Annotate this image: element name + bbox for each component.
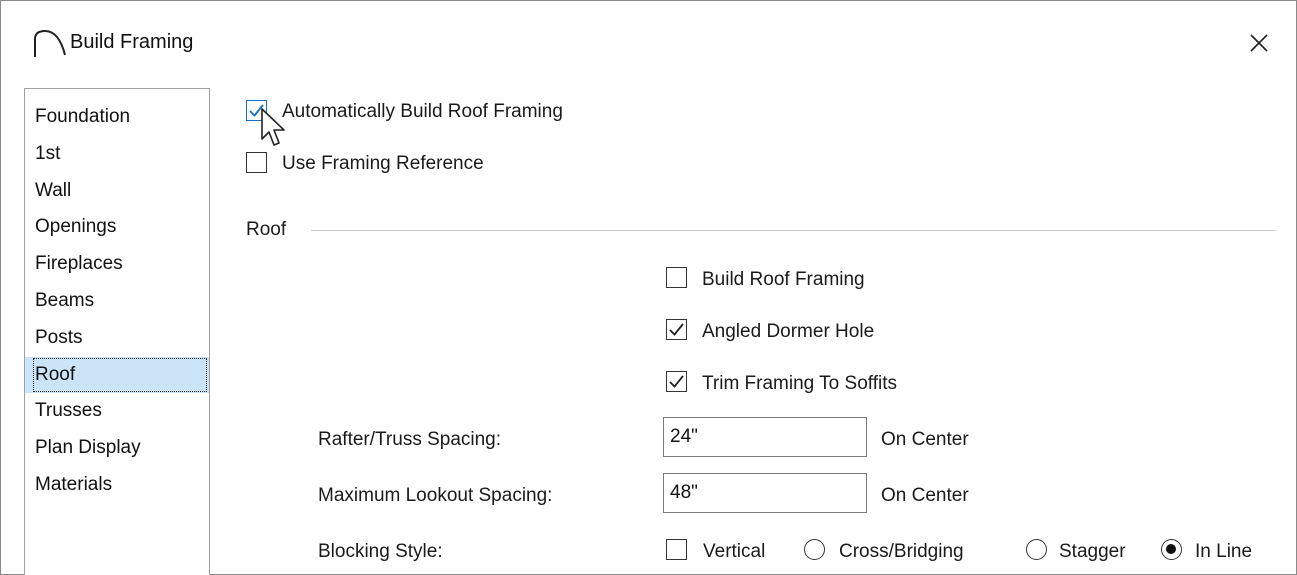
roof-section-label: Roof — [246, 219, 287, 240]
lookout-spacing-input[interactable] — [663, 473, 867, 513]
nav-item-wall[interactable]: Wall — [25, 173, 209, 210]
nav-item-materials[interactable]: Materials — [25, 467, 209, 504]
check-icon — [669, 375, 684, 388]
category-list[interactable]: Foundation 1st Wall Openings Fireplaces … — [24, 88, 210, 575]
auto-build-label[interactable]: Automatically Build Roof Framing — [282, 101, 563, 123]
close-icon — [1250, 34, 1268, 52]
stagger-label[interactable]: Stagger — [1059, 541, 1126, 563]
vertical-blocking-label[interactable]: Vertical — [703, 541, 765, 563]
rafter-spacing-label: Rafter/Truss Spacing: — [318, 429, 502, 450]
cross-bridging-label[interactable]: Cross/Bridging — [839, 541, 964, 563]
in-line-label[interactable]: In Line — [1195, 541, 1252, 563]
arc-icon — [31, 27, 67, 59]
nav-item-plan-display[interactable]: Plan Display — [25, 430, 209, 467]
rafter-spacing-unit: On Center — [881, 429, 969, 450]
lookout-spacing-label: Maximum Lookout Spacing: — [318, 485, 553, 506]
trim-to-soffits-label[interactable]: Trim Framing To Soffits — [702, 373, 897, 395]
title-bar[interactable]: Build Framing — [1, 1, 1296, 85]
build-roof-framing-label[interactable]: Build Roof Framing — [702, 269, 865, 291]
check-icon — [249, 104, 264, 117]
rafter-spacing-input[interactable] — [663, 417, 867, 457]
nav-item-1st[interactable]: 1st — [25, 136, 209, 173]
trim-to-soffits-checkbox[interactable] — [666, 371, 687, 392]
blocking-style-label: Blocking Style: — [318, 541, 443, 562]
stagger-radio[interactable] — [1026, 539, 1047, 560]
build-roof-framing-checkbox[interactable] — [666, 267, 687, 288]
cross-bridging-radio[interactable] — [804, 539, 825, 560]
nav-item-roof[interactable]: Roof — [25, 356, 209, 394]
nav-item-foundation[interactable]: Foundation — [25, 99, 209, 136]
framing-reference-checkbox[interactable] — [246, 152, 267, 173]
nav-item-posts[interactable]: Posts — [25, 320, 209, 357]
vertical-blocking-checkbox[interactable] — [666, 539, 687, 560]
in-line-radio[interactable] — [1161, 539, 1182, 560]
check-icon — [669, 323, 684, 336]
auto-build-checkbox[interactable] — [246, 100, 267, 121]
nav-item-trusses[interactable]: Trusses — [25, 393, 209, 430]
section-divider — [311, 230, 1276, 231]
framing-reference-label[interactable]: Use Framing Reference — [282, 153, 484, 175]
angled-dormer-hole-checkbox[interactable] — [666, 319, 687, 340]
lookout-spacing-unit: On Center — [881, 485, 969, 506]
build-framing-dialog: Build Framing Foundation 1st Wall Openin… — [0, 0, 1297, 575]
nav-item-beams[interactable]: Beams — [25, 283, 209, 320]
window-title: Build Framing — [70, 31, 194, 53]
nav-item-fireplaces[interactable]: Fireplaces — [25, 246, 209, 283]
nav-item-openings[interactable]: Openings — [25, 209, 209, 246]
close-button[interactable] — [1239, 23, 1279, 63]
angled-dormer-hole-label[interactable]: Angled Dormer Hole — [702, 321, 874, 343]
